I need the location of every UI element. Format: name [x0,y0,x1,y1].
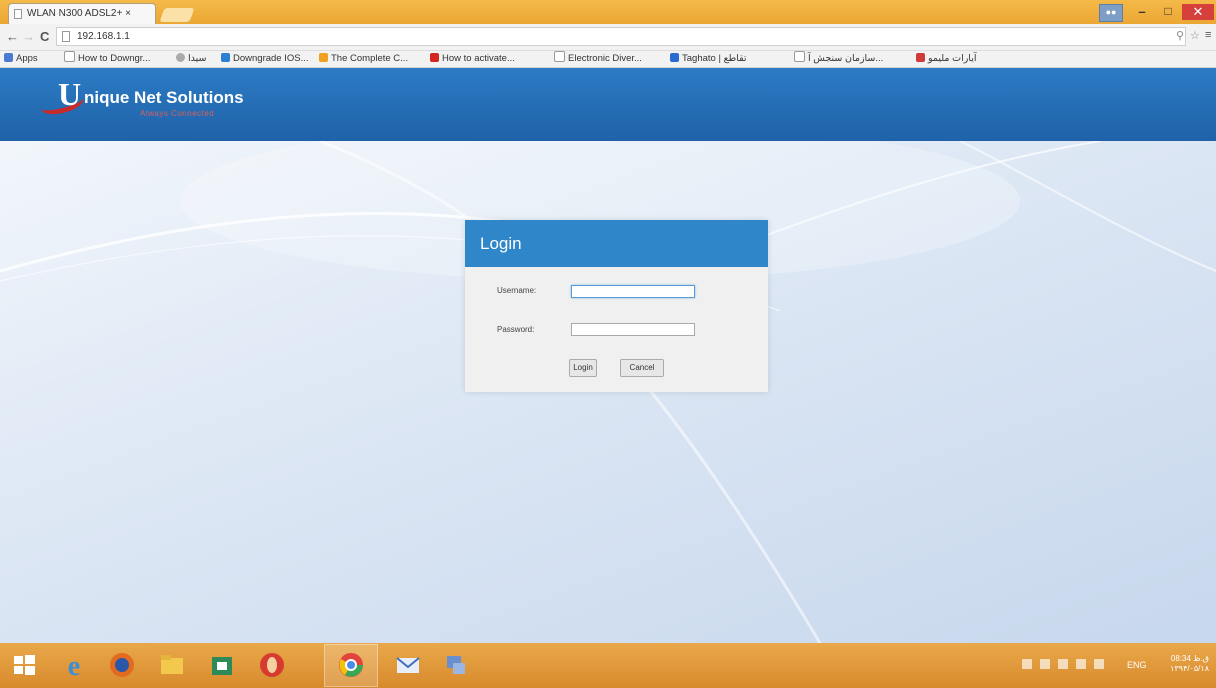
reload-button[interactable]: C [40,29,49,45]
forward-button[interactable]: → [22,29,35,45]
browser-titlebar: WLAN N300 ADSL2+ × ●● – □ ✕ [0,0,1216,24]
blue-box-icon [221,53,230,62]
bookmarks-bar: Apps How to Downgr... سیدا Downgrade IOS… [0,51,1216,68]
network-tool-icon[interactable] [440,649,472,681]
windows-taskbar: e ENG 08:34 ق.ظ ۱۳۹۴/۰۵/۱۸ [0,643,1216,688]
background-swirl [0,141,1216,643]
apps-grid-icon [4,53,13,62]
close-window-button[interactable]: ✕ [1182,4,1214,20]
clock-date: ۱۳۹۴/۰۵/۱۸ [1170,664,1209,673]
page-icon [794,51,805,62]
tray-network-icon[interactable] [1076,659,1086,669]
clock[interactable]: 08:34 ق.ظ ۱۳۹۴/۰۵/۱۸ [1163,654,1209,674]
store-icon[interactable] [206,649,238,681]
bookmark-item[interactable]: سیدا [176,51,206,67]
login-panel: Login Username: Password: Login Cancel [465,220,768,392]
chrome-menu-icon[interactable]: ≡ [1205,29,1211,41]
username-input[interactable] [571,285,695,298]
router-page: U nique Net Solutions Always Connected L… [0,68,1216,643]
svg-text:e: e [68,651,80,681]
firefox-icon[interactable] [106,649,138,681]
profile-icon: ●● [1105,7,1117,17]
username-label: Username: [497,286,537,295]
profile-button[interactable]: ●● [1099,4,1123,22]
site-header: U nique Net Solutions Always Connected [0,68,1216,141]
bookmark-item[interactable]: Downgrade IOS... [221,51,309,67]
password-label: Password: [497,325,535,334]
page-icon [62,31,70,42]
page-favicon-icon [14,9,22,19]
maximize-button[interactable]: □ [1156,4,1180,20]
back-button[interactable]: ← [6,29,19,45]
chrome-icon[interactable] [335,649,367,681]
browser-tab[interactable]: WLAN N300 ADSL2+ × [8,3,156,24]
new-tab-button[interactable] [159,8,195,22]
bookmark-item[interactable]: How to Downgr... [64,51,150,67]
arrow-icon [319,53,328,62]
internet-explorer-icon[interactable]: e [58,649,90,681]
address-bar-row: ← → C 192.168.1.1 ⚲ ☆ ≡ [0,24,1216,51]
page-icon [64,51,75,62]
cancel-button[interactable]: Cancel [620,359,664,377]
bookmark-item[interactable]: سازمان سنجش آ... [794,51,883,67]
bookmark-item[interactable]: The Complete C... [319,51,408,67]
url-input[interactable]: 192.168.1.1 [56,27,1186,46]
login-button[interactable]: Login [569,359,597,377]
minimize-button[interactable]: – [1130,4,1154,20]
bookmark-item[interactable]: Electronic Diver... [554,51,642,67]
url-text: 192.168.1.1 [77,31,130,42]
brand-name: nique Net Solutions [84,88,244,107]
start-icon[interactable] [8,649,40,681]
red-logo-icon [916,53,925,62]
bookmark-item[interactable]: آیارات مليمو [916,51,977,67]
tray-flag-icon[interactable] [1040,659,1050,669]
clock-time: 08:34 ق.ظ [1170,654,1209,663]
bookmark-item[interactable]: Taghato | تقاطع [670,51,747,67]
plus-icon [670,53,679,62]
tray-arrow-icon[interactable] [1022,659,1032,669]
bookmark-star-icon[interactable]: ☆ [1190,29,1200,42]
key-icon[interactable]: ⚲ [1176,29,1184,42]
login-title: Login [465,220,768,267]
file-explorer-icon[interactable] [156,649,188,681]
video-icon [430,53,439,62]
language-indicator[interactable]: ENG [1127,660,1147,670]
logo-letter: U [58,76,82,112]
tray-volume-icon[interactable] [1094,659,1104,669]
password-input[interactable] [571,323,695,336]
tab-title: WLAN N300 ADSL2+ × [27,8,131,19]
page-icon [554,51,565,62]
tray-battery-icon[interactable] [1058,659,1068,669]
bookmark-item[interactable]: How to activate... [430,51,515,67]
brand-tagline: Always Connected [140,109,215,118]
mail-icon[interactable] [392,649,424,681]
opera-icon[interactable] [256,649,288,681]
globe-icon [176,53,185,62]
bookmark-apps[interactable]: Apps [4,51,38,67]
